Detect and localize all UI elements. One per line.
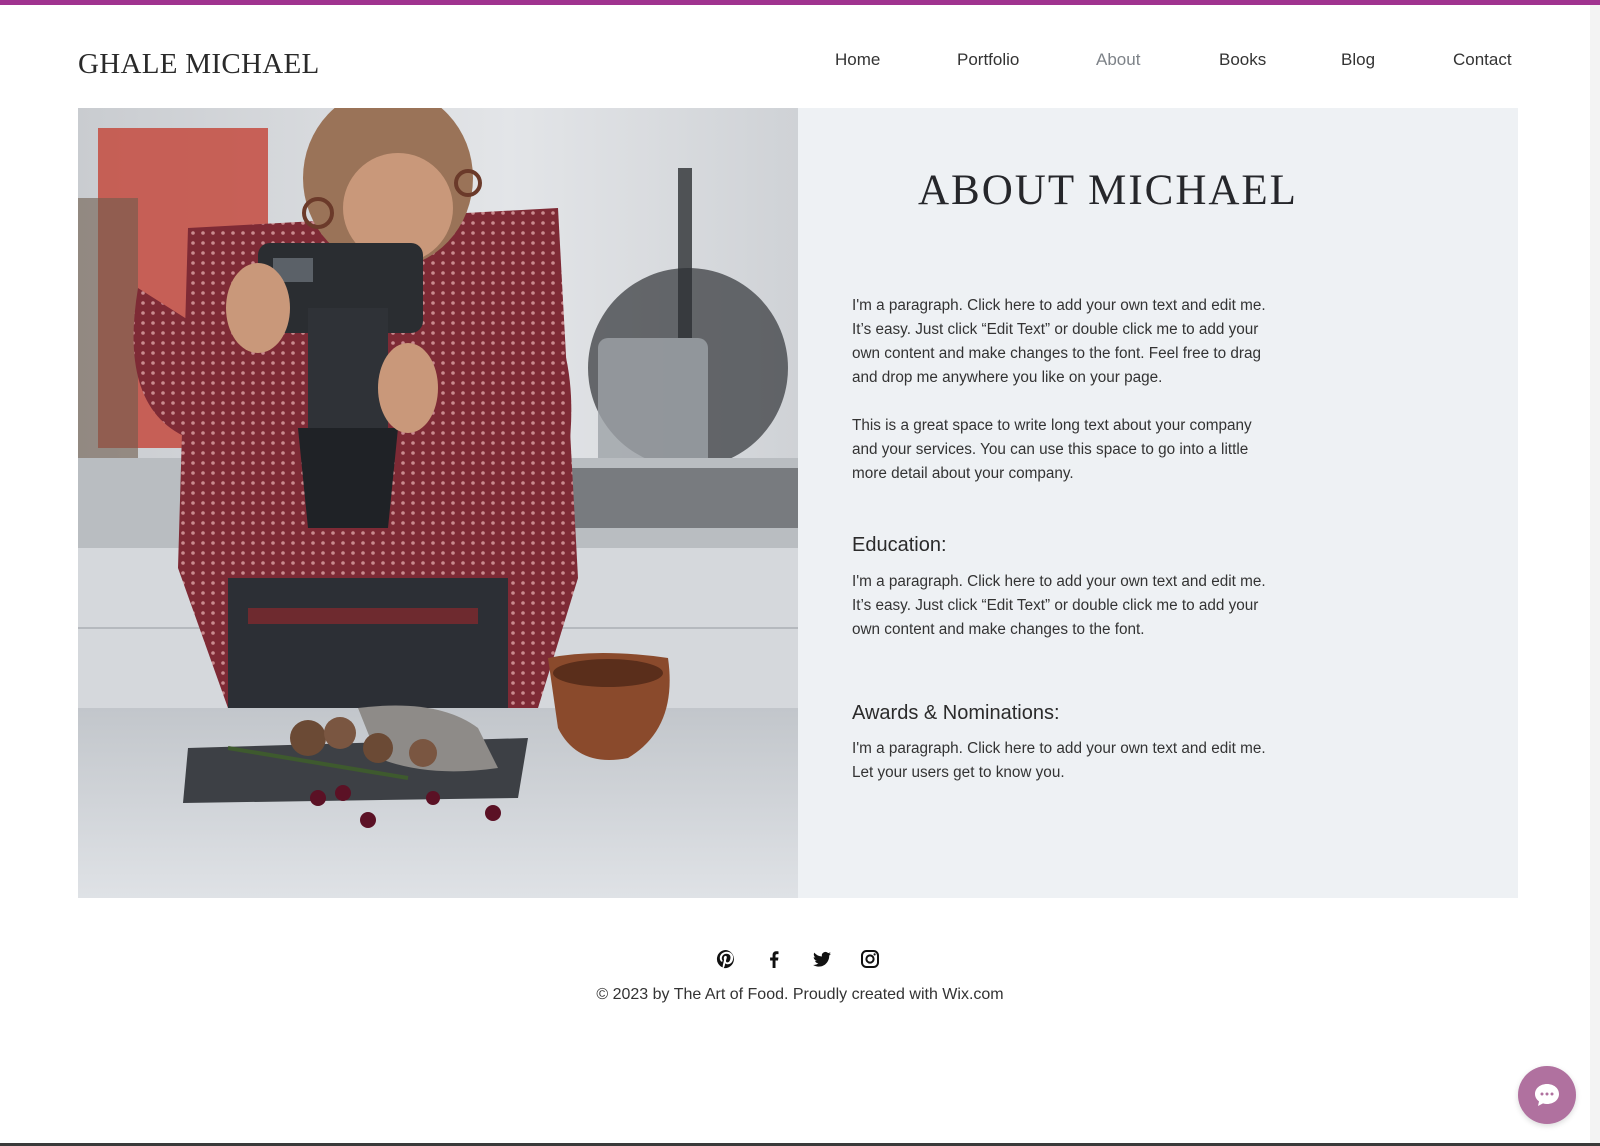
scrollbar[interactable]: [1590, 5, 1600, 1146]
copyright-text: © 2023 by The Art of Food. Proudly creat…: [596, 986, 1004, 1003]
awards-heading: Awards & Nominations:: [852, 702, 1060, 724]
chat-bubble-icon: [1535, 1084, 1559, 1106]
nav-item-home[interactable]: Home: [835, 50, 880, 70]
nav-item-portfolio[interactable]: Portfolio: [957, 50, 1019, 70]
photographer-illustration: [78, 108, 798, 898]
nav-item-books[interactable]: Books: [1219, 50, 1266, 70]
intro-paragraph-1: I'm a paragraph. Click here to add your …: [852, 297, 1266, 386]
intro-paragraph-2: This is a great space to write long text…: [852, 417, 1252, 482]
nav-item-contact[interactable]: Contact: [1453, 50, 1512, 70]
about-hero: [78, 108, 1518, 898]
education-paragraph: I'm a paragraph. Click here to add your …: [852, 573, 1266, 638]
instagram-icon[interactable]: [857, 946, 883, 972]
main-nav: Home Portfolio About Books Blog Contact: [0, 50, 1600, 76]
facebook-icon[interactable]: [761, 946, 787, 972]
pinterest-icon[interactable]: [713, 946, 739, 972]
education-heading: Education:: [852, 534, 947, 556]
photographer-photo: [78, 108, 798, 898]
top-accent-bar: [0, 0, 1600, 5]
page-title: ABOUT MICHAEL: [918, 167, 1298, 214]
awards-paragraph: I'm a paragraph. Click here to add your …: [852, 740, 1266, 781]
nav-item-about[interactable]: About: [1096, 50, 1140, 70]
nav-item-blog[interactable]: Blog: [1341, 50, 1375, 70]
twitter-icon[interactable]: [809, 946, 835, 972]
social-bar: [0, 946, 1600, 974]
chat-widget-button[interactable]: [1518, 1066, 1576, 1124]
